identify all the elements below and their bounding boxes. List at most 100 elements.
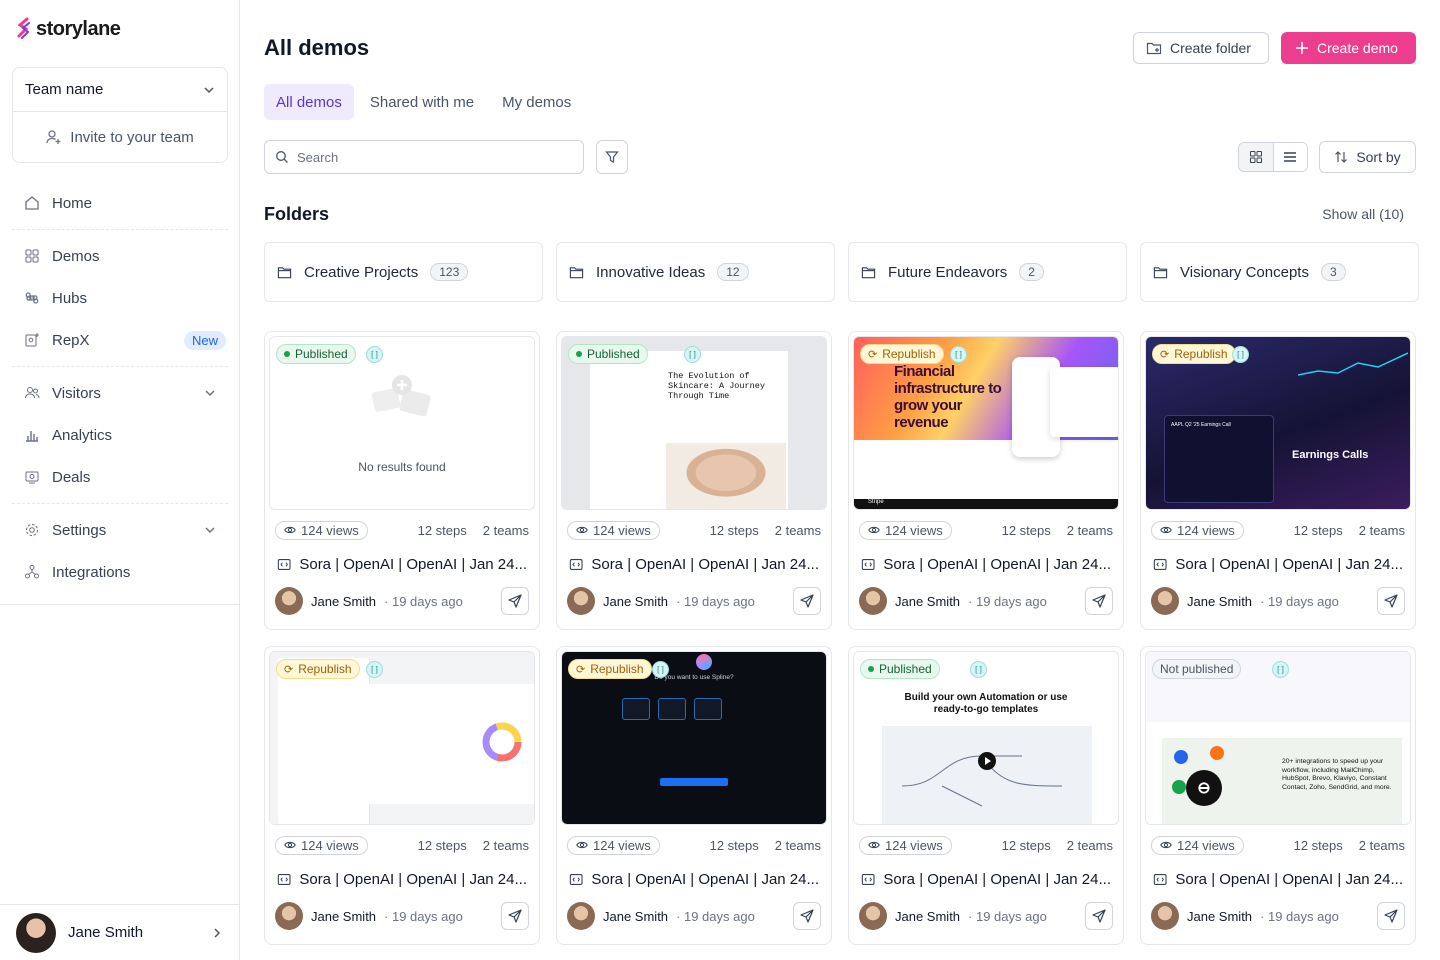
updated-ago: · 19 days ago <box>968 908 1047 924</box>
demo-title[interactable]: Sora | OpenAI | OpenAI | Jan 24... <box>1145 546 1411 582</box>
folder-card[interactable]: Innovative Ideas 12 <box>556 242 835 302</box>
filter-button[interactable] <box>596 140 628 174</box>
demo-thumbnail[interactable]: ⟳ Republish [ ] <box>269 651 535 825</box>
steps-count: 12 steps <box>1293 522 1343 538</box>
share-button[interactable] <box>1085 902 1113 930</box>
status-badge[interactable]: Published <box>568 344 648 364</box>
folder-icon <box>1153 266 1168 278</box>
share-button[interactable] <box>501 902 529 930</box>
demo-title-text: Sora | OpenAI | OpenAI | Jan 24... <box>1175 870 1403 888</box>
status-badge[interactable]: ⟳ Republish <box>860 344 944 364</box>
eye-icon <box>868 526 880 534</box>
sidebar-item-integrations[interactable]: Integrations <box>12 551 228 593</box>
sidebar-item-deals[interactable]: Deals <box>12 456 228 498</box>
demo-title[interactable]: Sora | OpenAI | OpenAI | Jan 24... <box>1145 861 1411 897</box>
status-label: Republish <box>882 347 936 361</box>
demo-thumbnail[interactable]: ⊖ 20+ integrations to speed up your workf… <box>1145 651 1411 825</box>
search-placeholder: Search <box>297 149 339 165</box>
demo-footer: Jane Smith · 19 days ago <box>1145 582 1411 620</box>
demo-thumbnail[interactable]: Financial infrastructure to grow your re… <box>853 336 1119 510</box>
demo-title[interactable]: Sora | OpenAI | OpenAI | Jan 24... <box>561 861 827 897</box>
tab-shared-with-me[interactable]: Shared with me <box>358 84 486 120</box>
demo-card[interactable]: ⊖ 20+ integrations to speed up your workf… <box>1140 646 1416 945</box>
demo-card[interactable]: Build your own Automation or use ready-t… <box>848 646 1124 945</box>
demo-type-icon: [ ] <box>1272 661 1289 678</box>
status-badge[interactable]: Not published <box>1152 659 1242 679</box>
share-button[interactable] <box>1377 902 1405 930</box>
deals-icon <box>24 469 40 485</box>
views-badge: 124 views <box>1151 520 1244 540</box>
command-icon <box>24 290 40 306</box>
demo-card[interactable]: Do you want to use Spline? ⟳ Republish [ … <box>556 646 832 945</box>
demo-thumbnail[interactable]: No results found Published [ ] <box>269 336 535 510</box>
demo-footer: Jane Smith · 19 days ago <box>1145 897 1411 935</box>
demo-title[interactable]: Sora | OpenAI | OpenAI | Jan 24... <box>853 861 1119 897</box>
list-icon <box>1284 152 1297 162</box>
folder-card[interactable]: Creative Projects 123 <box>264 242 543 302</box>
storylane-logo[interactable]: storylane <box>16 17 121 41</box>
folder-card[interactable]: Visionary Concepts 3 <box>1140 242 1419 302</box>
folder-card[interactable]: Future Endeavors 2 <box>848 242 1127 302</box>
tab-my-demos[interactable]: My demos <box>490 84 583 120</box>
sidebar-item-label: Hubs <box>52 289 88 307</box>
demo-icon <box>277 558 291 570</box>
teams-count: 2 teams <box>482 522 529 538</box>
sidebar-item-demos[interactable]: Demos <box>12 235 228 277</box>
folder-count: 123 <box>430 263 469 281</box>
user-menu[interactable]: Jane Smith <box>0 904 239 960</box>
share-button[interactable] <box>501 587 529 615</box>
demo-thumbnail[interactable]: Build your own Automation or use ready-t… <box>853 651 1119 825</box>
status-badge[interactable]: Published <box>860 659 940 679</box>
demo-icon <box>861 873 875 885</box>
sidebar-item-settings[interactable]: Settings <box>12 509 228 551</box>
demo-card[interactable]: ⟳ Republish [ ] 124 views 12 steps 2 team… <box>264 646 540 945</box>
list-view-button[interactable] <box>1272 143 1307 171</box>
invite-team-button[interactable]: Invite to your team <box>13 112 227 162</box>
user-name: Jane Smith <box>68 924 144 941</box>
sidebar-item-hubs[interactable]: Hubs <box>12 277 228 319</box>
demo-card[interactable]: The Evolution of Skincare: A Journey Thr… <box>556 331 832 630</box>
show-all-link[interactable]: Show all (10) <box>1322 206 1404 222</box>
demo-title[interactable]: Sora | OpenAI | OpenAI | Jan 24... <box>269 861 535 897</box>
search-input[interactable]: Search <box>264 140 584 174</box>
share-button[interactable] <box>1377 587 1405 615</box>
status-badge[interactable]: Published <box>276 344 356 364</box>
demo-title[interactable]: Sora | OpenAI | OpenAI | Jan 24... <box>269 546 535 582</box>
create-folder-button[interactable]: Create folder <box>1133 32 1269 64</box>
demo-card[interactable]: AAPL Q2 '25 Earnings Call Earnings Calls … <box>1140 331 1416 630</box>
create-demo-button[interactable]: Create demo <box>1281 32 1416 64</box>
avatar <box>567 587 595 615</box>
demo-type-icon: [ ] <box>652 661 669 678</box>
demo-card[interactable]: Financial infrastructure to grow your re… <box>848 331 1124 630</box>
demo-title[interactable]: Sora | OpenAI | OpenAI | Jan 24... <box>561 546 827 582</box>
tab-all-demos[interactable]: All demos <box>264 84 354 120</box>
share-button[interactable] <box>793 587 821 615</box>
team-select[interactable]: Team name <box>13 68 227 112</box>
sidebar-item-visitors[interactable]: Visitors <box>12 372 228 414</box>
demo-meta: 124 views 12 steps 2 teams <box>561 514 827 546</box>
demo-meta: 124 views 12 steps 2 teams <box>853 829 1119 861</box>
demo-thumbnail[interactable]: The Evolution of Skincare: A Journey Thr… <box>561 336 827 510</box>
eye-icon <box>868 841 880 849</box>
image-placeholder-icon <box>371 375 431 417</box>
share-button[interactable] <box>1085 587 1113 615</box>
status-badge[interactable]: ⟳ Republish <box>568 659 652 679</box>
demo-thumbnail[interactable]: Do you want to use Spline? ⟳ Republish [ … <box>561 651 827 825</box>
demo-card[interactable]: No results found Published [ ] 124 views… <box>264 331 540 630</box>
sidebar-item-home[interactable]: Home <box>12 182 228 224</box>
refresh-icon: ⟳ <box>284 663 294 676</box>
demo-thumbnail[interactable]: AAPL Q2 '25 Earnings Call Earnings Calls … <box>1145 336 1411 510</box>
refresh-icon: ⟳ <box>868 348 878 361</box>
folders-heading: Folders <box>264 204 330 224</box>
share-button[interactable] <box>793 902 821 930</box>
sidebar-item-analytics[interactable]: Analytics <box>12 414 228 456</box>
divider <box>12 229 228 230</box>
demo-title-text: Sora | OpenAI | OpenAI | Jan 24... <box>299 555 527 573</box>
grid-view-button[interactable] <box>1239 143 1273 171</box>
sort-button[interactable]: Sort by <box>1319 141 1416 173</box>
demo-title[interactable]: Sora | OpenAI | OpenAI | Jan 24... <box>853 546 1119 582</box>
status-badge[interactable]: ⟳ Republish <box>1152 344 1236 364</box>
demo-title-text: Sora | OpenAI | OpenAI | Jan 24... <box>591 870 819 888</box>
status-badge[interactable]: ⟳ Republish <box>276 659 360 679</box>
sidebar-item-repx[interactable]: RepX New <box>12 319 228 361</box>
